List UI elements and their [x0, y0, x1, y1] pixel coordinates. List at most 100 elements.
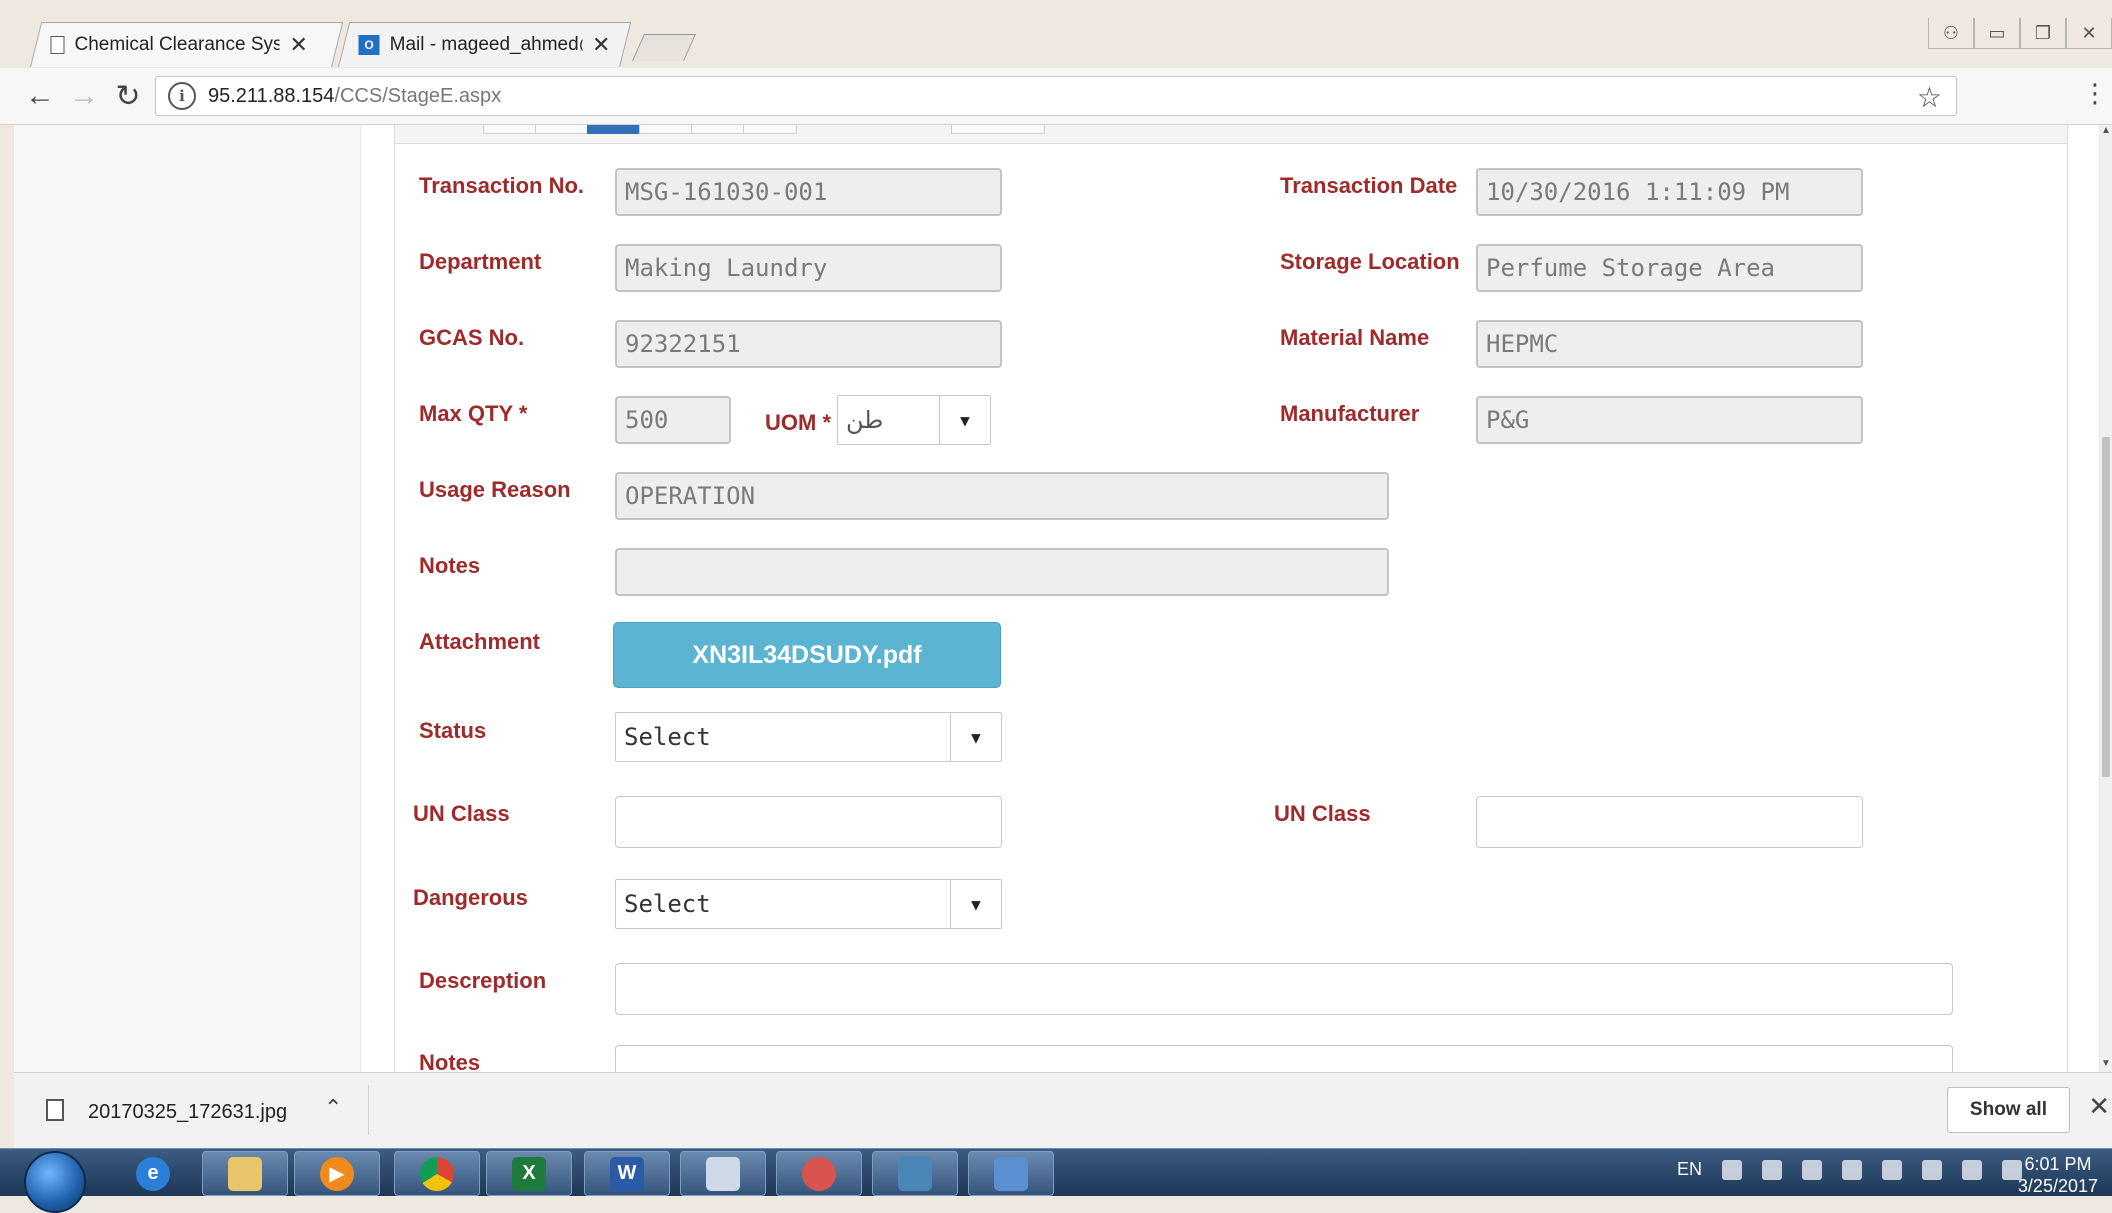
minimize-button[interactable]: ▭	[1974, 18, 2020, 49]
windows-start-icon[interactable]	[24, 1151, 86, 1213]
usage-reason-field[interactable]: OPERATION	[615, 472, 1389, 520]
max-qty-label: Max QTY *	[419, 401, 528, 426]
scroll-down-icon[interactable]: ▼	[2100, 1058, 2112, 1072]
dangerous-value: Select	[624, 890, 711, 918]
display-icon[interactable]	[1802, 1159, 1822, 1180]
description-input[interactable]	[615, 963, 1953, 1015]
divider	[368, 1085, 369, 1135]
storage-location-field[interactable]: Perfume Storage Area	[1476, 244, 1863, 292]
url-host: 95.211.88.154	[208, 84, 335, 107]
clock-time: 6:01 PM	[2024, 1154, 2092, 1174]
dangerous-select[interactable]: Select ▼	[615, 879, 1002, 929]
chevron-down-icon[interactable]: ▼	[939, 396, 990, 444]
storage-location-label: Storage Location	[1280, 249, 1460, 274]
max-qty-field[interactable]: 500	[615, 396, 731, 444]
taskbar-paint[interactable]	[680, 1151, 766, 1196]
tab-title: Chemical Clearance Syste	[74, 34, 280, 55]
left-panel	[14, 125, 361, 1072]
info-icon[interactable]: i	[168, 82, 196, 110]
forward-arrow-icon[interactable]: →	[66, 78, 102, 114]
taskbar-media[interactable]: ▶	[294, 1151, 380, 1196]
un-class-input-right[interactable]	[1476, 796, 1863, 848]
un-class-input[interactable]	[615, 796, 1002, 848]
language-indicator[interactable]: EN	[1677, 1159, 1702, 1180]
volume-icon[interactable]	[1882, 1159, 1902, 1180]
maximize-button[interactable]: ❐	[2020, 18, 2066, 49]
attachment-label: Attachment	[419, 629, 541, 654]
tab-title: Mail - mageed_ahmed@	[389, 34, 583, 55]
gcas-no-label: GCAS No.	[419, 325, 525, 350]
profile-icon[interactable]: ⚇	[1928, 18, 1974, 49]
new-tab-button[interactable]	[631, 34, 697, 61]
notes-input-2[interactable]	[615, 1045, 1953, 1072]
close-icon[interactable]: ✕	[2088, 1091, 2110, 1122]
stage-step[interactable]	[951, 125, 1045, 134]
printer-icon[interactable]	[1842, 1159, 1862, 1180]
flag-icon[interactable]	[1962, 1159, 1982, 1180]
stage-step[interactable]	[535, 125, 589, 134]
url-path: /CCS/StageE.aspx	[334, 84, 502, 107]
back-arrow-icon[interactable]: ←	[22, 78, 58, 114]
uom-select[interactable]: طن ▼	[837, 395, 991, 445]
material-name-label: Material Name	[1280, 325, 1430, 350]
internet-explorer-icon: e	[136, 1156, 170, 1191]
download-file-name[interactable]: 20170325_172631.jpg	[88, 1101, 287, 1124]
transaction-date-label: Transaction Date	[1280, 173, 1458, 198]
stage-step[interactable]	[743, 125, 797, 134]
department-field[interactable]: Making Laundry	[615, 244, 1002, 292]
transaction-no-label: Transaction No.	[419, 173, 585, 198]
taskbar-word[interactable]: W	[584, 1151, 670, 1196]
browser-tabstrip: Chemical Clearance Syste ✕ O Mail - mage…	[0, 0, 2112, 68]
windows-taskbar: e ▶ X W EN 6:01 PM 3/25/2017	[0, 1148, 2112, 1213]
word-icon: W	[610, 1156, 644, 1191]
transaction-no-field[interactable]: MSG-161030-001	[615, 168, 1002, 216]
address-bar[interactable]: i 95.211.88.154/CCS/StageE.aspx ☆	[155, 76, 1957, 116]
material-name-field[interactable]: HEPMC	[1476, 320, 1863, 368]
status-select[interactable]: Select ▼	[615, 712, 1002, 762]
reload-icon[interactable]: ↻	[110, 78, 146, 114]
close-icon[interactable]: ✕	[289, 32, 307, 58]
chrome-icon	[420, 1156, 454, 1191]
bookmark-star-icon[interactable]: ☆	[1917, 81, 1942, 114]
notes-field[interactable]	[615, 548, 1389, 596]
taskbar-excel[interactable]: X	[486, 1151, 572, 1196]
gcas-no-field[interactable]: 92322151	[615, 320, 1002, 368]
tab-mail[interactable]: O Mail - mageed_ahmed@ ✕	[338, 22, 632, 67]
close-window-button[interactable]: ✕	[2066, 18, 2112, 49]
taskbar-clock[interactable]: 6:01 PM 3/25/2017	[2018, 1153, 2098, 1197]
stage-step-active[interactable]	[587, 125, 641, 134]
snipping-tool-icon	[802, 1156, 836, 1191]
stage-step[interactable]	[639, 125, 693, 134]
taskbar-photos[interactable]	[872, 1151, 958, 1196]
vertical-scrollbar[interactable]: ▲ ▼	[2100, 125, 2112, 1072]
battery-icon[interactable]	[1922, 1159, 1942, 1180]
tab-chemical-clearance[interactable]: Chemical Clearance Syste ✕	[30, 22, 344, 67]
close-icon[interactable]: ✕	[592, 32, 610, 58]
chevron-up-icon[interactable]: ⌃	[324, 1095, 342, 1121]
show-all-button[interactable]: Show all	[1946, 1087, 2070, 1133]
stage-progress-bar	[395, 125, 2067, 144]
scroll-up-icon[interactable]: ▲	[2100, 125, 2112, 139]
stage-step[interactable]	[691, 125, 745, 134]
notes-label: Notes	[419, 553, 481, 578]
transaction-date-field[interactable]: 10/30/2016 1:11:09 PM	[1476, 168, 1863, 216]
taskbar-snipping[interactable]	[776, 1151, 862, 1196]
taskbar-chrome[interactable]	[394, 1151, 480, 1196]
network-icon[interactable]	[1722, 1159, 1742, 1180]
description-label: Descreption	[419, 968, 547, 993]
taskbar-control-panel[interactable]	[968, 1151, 1054, 1196]
excel-icon: X	[512, 1156, 546, 1191]
un-class-label-right: UN Class	[1274, 801, 1371, 826]
chevron-down-icon[interactable]: ▼	[950, 713, 1001, 761]
scroll-thumb[interactable]	[2102, 437, 2110, 777]
manufacturer-field[interactable]: P&G	[1476, 396, 1863, 444]
menu-kebab-icon[interactable]: ⋮	[2082, 80, 2108, 106]
outlook-icon: O	[358, 35, 380, 55]
manufacturer-label: Manufacturer	[1280, 401, 1420, 426]
taskbar-explorer[interactable]	[202, 1151, 288, 1196]
attachment-file-button[interactable]: XN3IL34DSUDY.pdf	[613, 622, 1001, 688]
chevron-down-icon[interactable]: ▼	[950, 880, 1001, 928]
taskbar-ie[interactable]: e	[110, 1151, 196, 1196]
stage-step[interactable]	[483, 125, 537, 134]
tray-app-icon[interactable]	[1762, 1159, 1782, 1180]
